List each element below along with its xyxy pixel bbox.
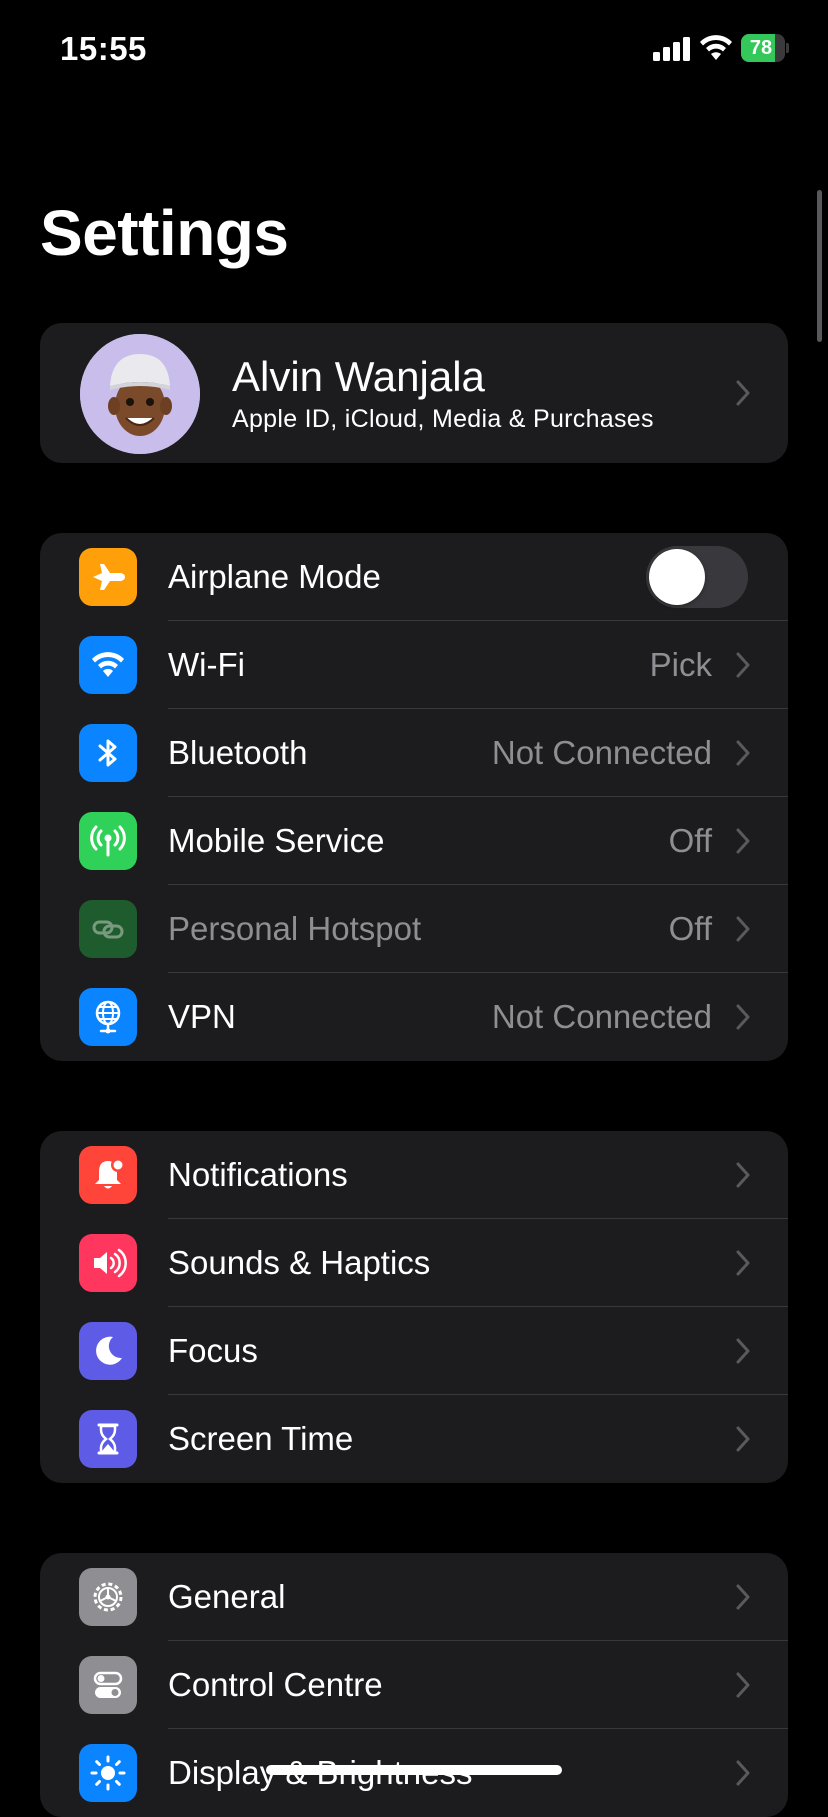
settings-row-vpn[interactable]: VPN Not Connected — [40, 973, 788, 1061]
row-label: Control Centre — [168, 1666, 383, 1703]
settings-row-general[interactable]: General — [40, 1553, 788, 1641]
general-tile — [79, 1568, 137, 1626]
focus-tile — [79, 1322, 137, 1380]
settings-row-personal-hotspot[interactable]: Personal Hotspot Off — [40, 885, 788, 973]
profile-subtitle: Apple ID, iCloud, Media & Purchases — [232, 405, 654, 433]
chevron-right-icon — [736, 740, 750, 766]
status-bar: 15:55 78 — [0, 0, 828, 100]
wifi-status-icon — [700, 35, 732, 60]
chevron-right-icon — [736, 1338, 750, 1364]
chevron-right-icon — [736, 828, 750, 854]
wifi-icon — [92, 652, 124, 677]
toggle-knob — [649, 549, 705, 605]
bluetooth-tile — [79, 724, 137, 782]
row-value: Pick — [649, 646, 712, 683]
connectivity-group: Airplane Mode Wi-Fi Pick Bluetooth Not C… — [40, 533, 788, 1061]
airplane-icon — [93, 564, 125, 590]
screen-time-tile — [79, 1410, 137, 1468]
chevron-right-icon — [736, 1672, 750, 1698]
gear-icon — [93, 1582, 123, 1612]
personal-hotspot-tile — [79, 900, 137, 958]
switches-icon — [93, 1671, 123, 1698]
apple-id-card[interactable]: Alvin Wanjala Apple ID, iCloud, Media & … — [40, 323, 788, 463]
airplane-mode-toggle[interactable] — [646, 546, 748, 608]
row-label: General — [168, 1578, 286, 1615]
antenna-icon — [90, 825, 126, 857]
row-label: Mobile Service — [168, 822, 385, 859]
chevron-right-icon — [736, 916, 750, 942]
row-label: Sounds & Haptics — [168, 1244, 431, 1281]
row-label: Personal Hotspot — [168, 910, 422, 947]
settings-row-screen-time[interactable]: Screen Time — [40, 1395, 788, 1483]
globe-icon — [95, 1000, 121, 1034]
mobile-service-tile — [79, 812, 137, 870]
profile-name: Alvin Wanjala — [232, 353, 485, 400]
chevron-right-icon — [736, 380, 750, 406]
cellular-signal-icon — [653, 37, 690, 61]
row-label: Airplane Mode — [168, 558, 381, 595]
scroll-indicator[interactable] — [817, 190, 822, 342]
settings-row-sounds-haptics[interactable]: Sounds & Haptics — [40, 1219, 788, 1307]
row-value: Not Connected — [491, 998, 712, 1035]
settings-row-bluetooth[interactable]: Bluetooth Not Connected — [40, 709, 788, 797]
row-label: Screen Time — [168, 1420, 354, 1457]
row-label: Wi-Fi — [168, 646, 245, 683]
row-label: VPN — [168, 998, 236, 1035]
chevron-right-icon — [736, 1250, 750, 1276]
settings-row-mobile-service[interactable]: Mobile Service Off — [40, 797, 788, 885]
notifications-tile — [79, 1146, 137, 1204]
settings-row-airplane-mode[interactable]: Airplane Mode — [40, 533, 788, 621]
row-value: Not Connected — [491, 734, 712, 771]
speaker-icon — [94, 1248, 127, 1278]
page-title: Settings — [40, 197, 289, 269]
row-label: Bluetooth — [168, 734, 308, 771]
system-group: General Control Centre Display — [40, 1553, 788, 1817]
row-label: Focus — [168, 1332, 258, 1369]
vpn-tile — [79, 988, 137, 1046]
battery-level: 78 — [749, 37, 773, 59]
chevron-right-icon — [736, 1162, 750, 1188]
display-tile — [79, 1744, 137, 1802]
link-icon — [92, 920, 124, 939]
bell-icon — [95, 1158, 125, 1189]
row-value: Off — [668, 910, 712, 947]
moon-icon — [96, 1336, 122, 1365]
airplane-tile — [79, 548, 137, 606]
chevron-right-icon — [736, 1004, 750, 1030]
settings-row-focus[interactable]: Focus — [40, 1307, 788, 1395]
row-label: Notifications — [168, 1156, 348, 1193]
settings-row-control-centre[interactable]: Control Centre — [40, 1641, 788, 1729]
battery-icon: 78 — [741, 34, 789, 62]
chevron-right-icon — [736, 1426, 750, 1452]
hourglass-icon — [97, 1423, 119, 1455]
wifi-tile — [79, 636, 137, 694]
notifications-group: Notifications Sounds & Haptics Focus Scr… — [40, 1131, 788, 1483]
sounds-tile — [79, 1234, 137, 1292]
home-indicator[interactable] — [266, 1765, 562, 1775]
chevron-right-icon — [736, 652, 750, 678]
bluetooth-icon — [98, 739, 117, 767]
chevron-right-icon — [736, 1584, 750, 1610]
chevron-right-icon — [736, 1760, 750, 1786]
sun-icon — [90, 1755, 126, 1791]
avatar — [80, 334, 200, 454]
settings-row-notifications[interactable]: Notifications — [40, 1131, 788, 1219]
control-centre-tile — [79, 1656, 137, 1714]
memoji-avatar-icon — [80, 334, 200, 454]
settings-row-wifi[interactable]: Wi-Fi Pick — [40, 621, 788, 709]
status-time: 15:55 — [60, 30, 147, 67]
row-value: Off — [668, 822, 712, 859]
